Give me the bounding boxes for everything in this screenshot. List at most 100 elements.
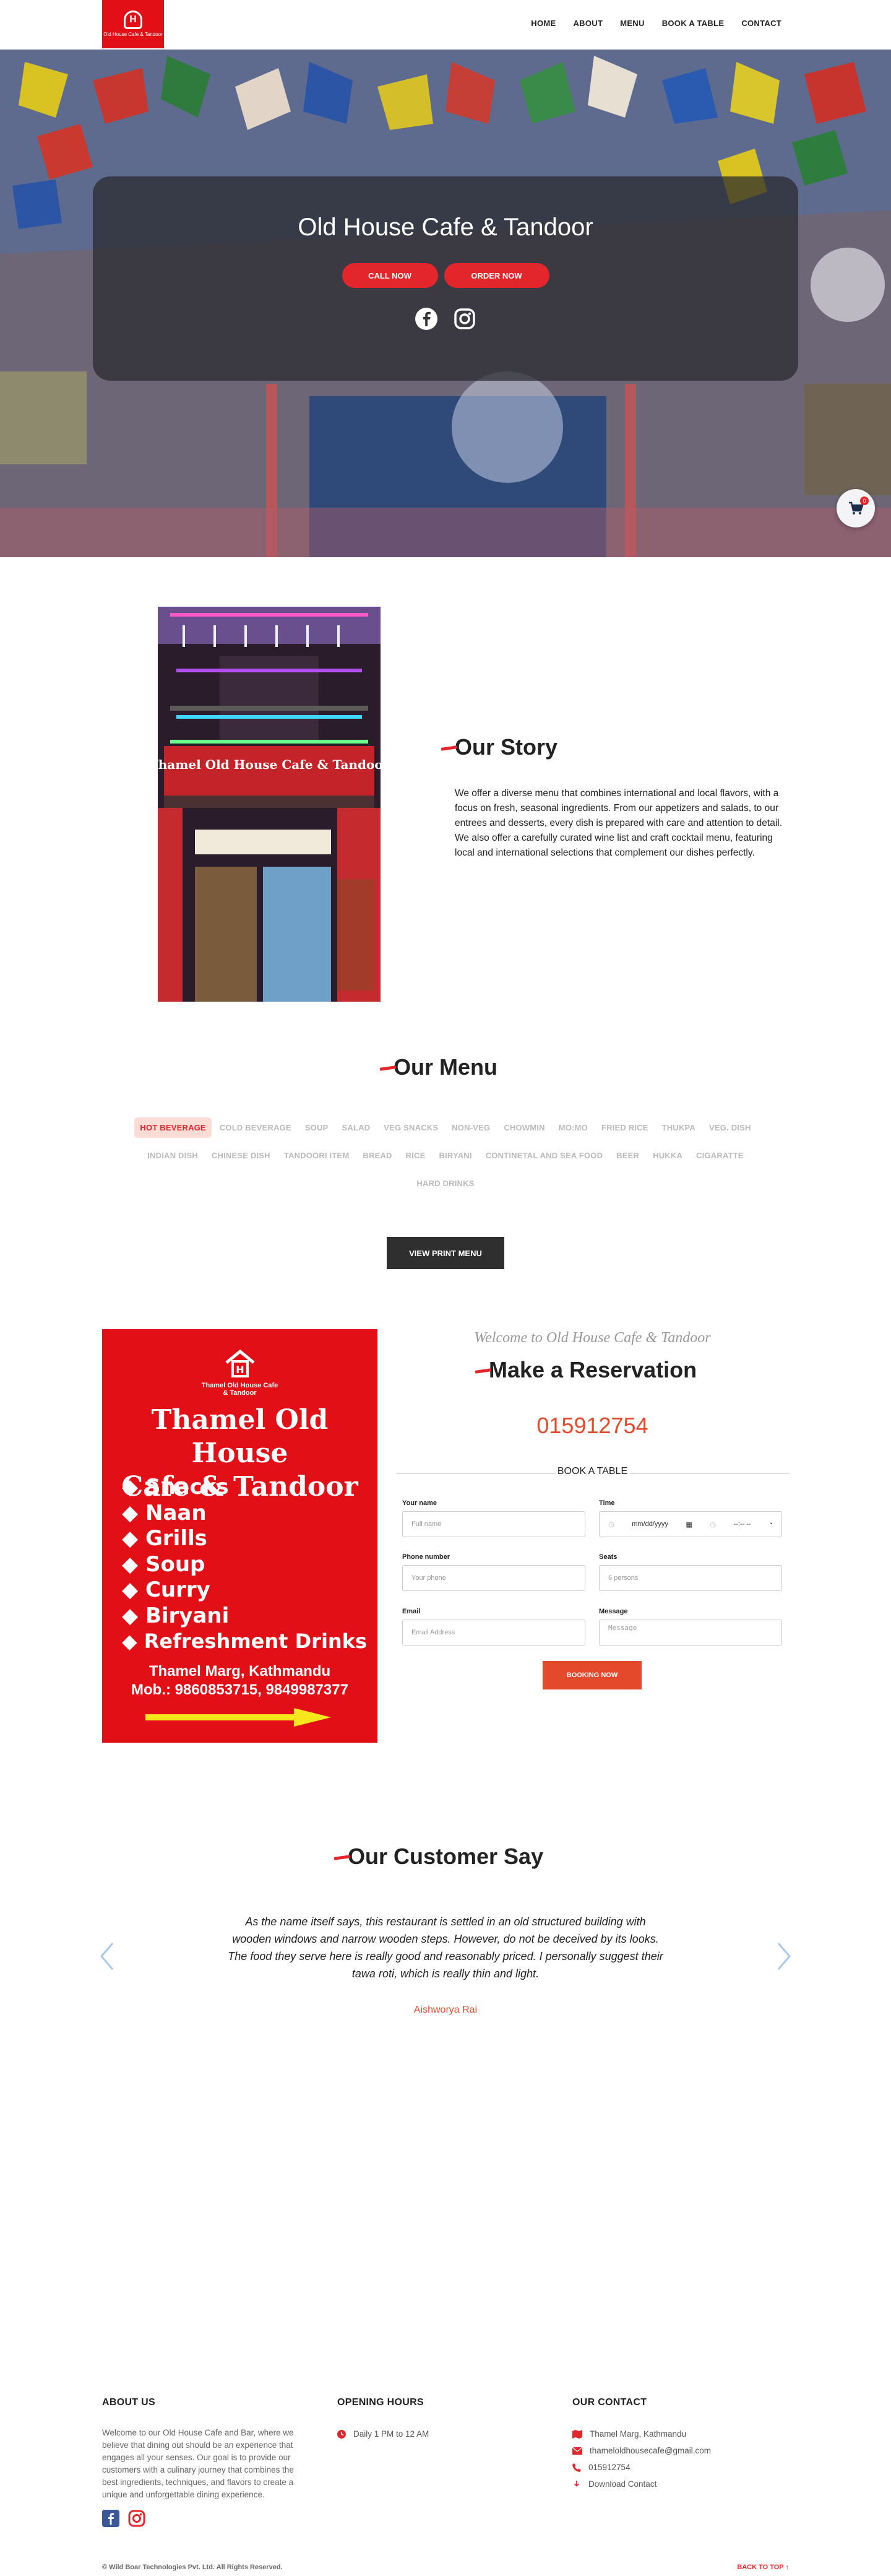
footer-contact-heading: OUR CONTACT xyxy=(572,2397,647,2408)
poster-logo-line1: Thamel Old House Cafe xyxy=(201,1382,278,1389)
logo-house-icon: H xyxy=(124,11,142,29)
menu-category-tab[interactable]: TANDOORI ITEM xyxy=(278,1145,355,1166)
testimonial-quote: As the name itself says, this restaurant… xyxy=(228,1915,663,1980)
date-picker-icon[interactable]: ▦ xyxy=(686,1520,692,1529)
footer-address-text: Thamel Marg, Kathmandu xyxy=(590,2429,687,2439)
poster-item: ◆ Curry xyxy=(122,1577,210,1602)
menu-category-tab[interactable]: MO:MO xyxy=(553,1117,593,1138)
logo-text: Old House Cafe & Tandoor xyxy=(103,32,163,37)
footer-hours-row: Daily 1 PM to 12 AM xyxy=(337,2426,429,2442)
seats-label: Seats xyxy=(599,1553,618,1561)
menu-category-tab[interactable]: HOT BEVERAGE xyxy=(134,1117,212,1138)
name-input[interactable]: Full name xyxy=(402,1511,585,1537)
menu-category-tab[interactable]: INDIAN DISH xyxy=(142,1145,204,1166)
phone-label: Phone number xyxy=(402,1553,450,1561)
brand-logo[interactable]: H Old House Cafe & Tandoor xyxy=(102,0,164,48)
menu-category-tab[interactable]: CONTINETAL AND SEA FOOD xyxy=(480,1145,609,1166)
name-label: Your name xyxy=(402,1499,437,1507)
clock-icon: ◷ xyxy=(710,1520,717,1529)
nav-link-contact[interactable]: CONTACT xyxy=(741,19,781,28)
seats-input[interactable]: 6 persons xyxy=(599,1565,782,1591)
footer-about-text: Welcome to our Old House Cafe and Bar, w… xyxy=(102,2428,294,2499)
menu-category-tab[interactable]: NON-VEG xyxy=(446,1117,496,1138)
instagram-icon[interactable] xyxy=(452,306,477,331)
footer-address-row: Thamel Marg, Kathmandu xyxy=(572,2426,711,2442)
chevron-right-icon[interactable] xyxy=(775,1941,793,1972)
date-input[interactable]: mm/dd/yyyy xyxy=(632,1520,668,1528)
menu-category-tab[interactable]: BREAD xyxy=(357,1145,397,1166)
footer-email-link[interactable]: thameloldhousecafe@gmail.com xyxy=(590,2446,711,2455)
cart-button[interactable]: 0 xyxy=(837,489,875,527)
footer-hours-column: OPENING HOURS Daily 1 PM to 12 AM xyxy=(337,2397,429,2442)
menu-category-tab[interactable]: COLD BEVERAGE xyxy=(214,1117,297,1138)
booking-now-button[interactable]: BOOKING NOW xyxy=(543,1661,642,1689)
instagram-icon[interactable] xyxy=(128,2510,145,2527)
download-contact-link[interactable]: Download Contact xyxy=(588,2479,656,2489)
footer-phone-link[interactable]: 015912754 xyxy=(588,2463,631,2472)
facebook-icon[interactable] xyxy=(414,306,439,331)
promo-poster: H Thamel Old House Cafe & Tandoor Thamel… xyxy=(102,1329,377,1743)
poster-logo: H Thamel Old House Cafe & Tandoor xyxy=(102,1348,377,1397)
chevron-left-icon[interactable] xyxy=(98,1941,116,1972)
menu-category-tab[interactable]: BIRYANI xyxy=(434,1145,478,1166)
book-a-table-divider: BOOK A TABLE xyxy=(396,1466,789,1481)
footer-hours-heading: OPENING HOURS xyxy=(337,2397,424,2408)
storefront-image: Thamel Old House Cafe & Tandoor xyxy=(158,607,381,1002)
datetime-input[interactable]: ◷ mm/dd/yyyy ▦ ◷ --:-- -- ◔ xyxy=(599,1511,782,1537)
poster-item: ◆ Snacks xyxy=(122,1475,229,1499)
view-print-menu-button[interactable]: VIEW PRINT MENU xyxy=(387,1237,504,1269)
nav-link-menu[interactable]: MENU xyxy=(620,19,644,28)
menu-category-tab[interactable]: HUKKA xyxy=(647,1145,688,1166)
time-picker-icon[interactable]: ◔ xyxy=(768,1520,773,1528)
menu-category-tab[interactable]: CHINESE DISH xyxy=(206,1145,276,1166)
footer-social-links xyxy=(102,2510,306,2527)
message-textarea[interactable]: Message xyxy=(599,1620,782,1646)
menu-category-tab[interactable]: VEG SNACKS xyxy=(378,1117,444,1138)
clock-icon xyxy=(337,2429,346,2439)
menu-category-tab[interactable]: HARD DRINKS xyxy=(411,1173,480,1194)
footer-about-heading: ABOUT US xyxy=(102,2397,155,2408)
menu-category-tabs: HOT BEVERAGE COLD BEVERAGE SOUP SALAD VEG SN… xyxy=(124,1117,767,1194)
poster-address: Thamel Marg, Kathmandu Mob.: 9860853715,… xyxy=(102,1662,377,1699)
nav-link-book-a-table[interactable]: BOOK A TABLE xyxy=(662,19,725,28)
menu-category-tab[interactable]: CIGARATTE xyxy=(691,1145,749,1166)
footer-contact-column: OUR CONTACT Thamel Marg, Kathmandu thame… xyxy=(572,2397,711,2492)
hero-section: Old House Cafe & Tandoor CALL NOW ORDER … xyxy=(0,50,891,557)
facebook-icon[interactable] xyxy=(102,2510,119,2527)
copyright-text: © Wild Boar Technologies Pvt. Ltd. All R… xyxy=(102,2564,283,2571)
message-field-group: Message Message xyxy=(599,1608,782,1646)
email-input[interactable]: Email Address xyxy=(402,1620,585,1646)
menu-category-tab[interactable]: FRIED RICE xyxy=(596,1117,654,1138)
menu-category-tab[interactable]: SALAD xyxy=(337,1117,376,1138)
cart-count-badge: 0 xyxy=(860,497,869,505)
hero-social-links xyxy=(93,306,798,331)
menu-category-tab[interactable]: THUKPA xyxy=(656,1117,701,1138)
top-navbar: H Old House Cafe & Tandoor HOME ABOUT ME… xyxy=(0,0,891,50)
menu-category-tab[interactable]: RICE xyxy=(400,1145,431,1166)
reservation-phone[interactable]: 015912754 xyxy=(396,1413,789,1439)
hero-card: Old House Cafe & Tandoor CALL NOW ORDER … xyxy=(93,176,798,381)
email-field-group: Email Email Address xyxy=(402,1608,585,1646)
phone-icon xyxy=(572,2463,581,2472)
phone-input[interactable]: Your phone xyxy=(402,1565,585,1591)
poster-house-icon: H xyxy=(225,1349,255,1377)
time-input[interactable]: --:-- -- xyxy=(734,1520,751,1528)
arrow-right-icon xyxy=(145,1708,331,1727)
poster-address-line: Thamel Marg, Kathmandu xyxy=(148,1663,331,1680)
poster-item: ◆ Naan xyxy=(122,1500,207,1525)
menu-category-tab[interactable]: CHOWMIN xyxy=(498,1117,550,1138)
menu-category-tab[interactable]: SOUP xyxy=(299,1117,334,1138)
make-reservation-heading: Make a Reservation xyxy=(489,1357,697,1382)
menu-category-tab[interactable]: VEG. DISH xyxy=(704,1117,757,1138)
footer-phone-row: 015912754 xyxy=(572,2459,711,2476)
storefront-sign-text: Thamel Old House Cafe & Tandoor xyxy=(158,757,381,772)
menu-category-tab[interactable]: BEER xyxy=(611,1145,645,1166)
poster-item: ◆ Grills xyxy=(122,1526,207,1551)
call-now-button[interactable]: CALL NOW xyxy=(342,263,438,288)
order-now-button[interactable]: ORDER NOW xyxy=(444,263,549,288)
nav-links: HOME ABOUT MENU BOOK A TABLE CONTACT xyxy=(531,19,781,28)
nav-link-about[interactable]: ABOUT xyxy=(573,19,603,28)
nav-link-home[interactable]: HOME xyxy=(531,19,556,28)
back-to-top-link[interactable]: BACK TO TOP ↑ xyxy=(737,2564,789,2571)
svg-text:H: H xyxy=(236,1364,244,1376)
